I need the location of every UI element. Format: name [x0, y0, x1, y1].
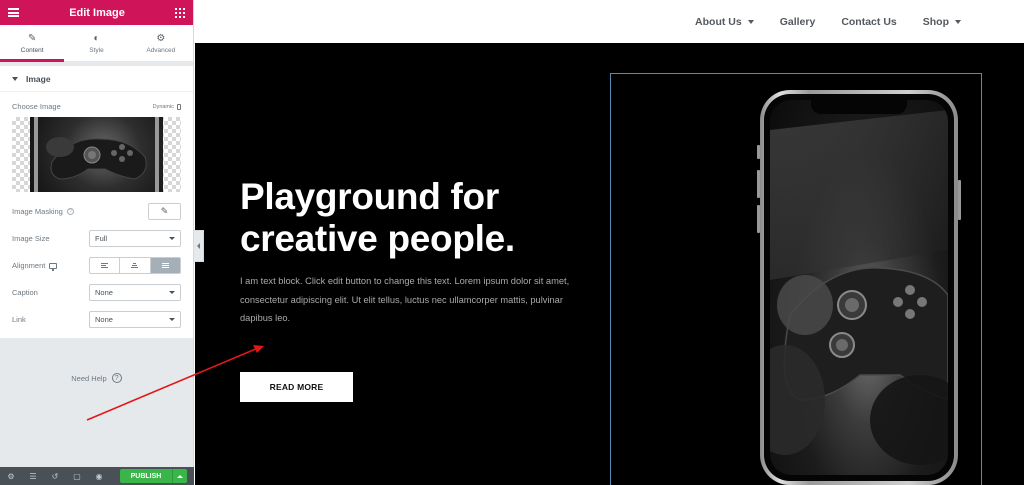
need-help-link[interactable]: Need Help ?: [71, 372, 122, 384]
caret-down-icon: [12, 76, 18, 81]
half-circle-icon: ◐: [93, 32, 100, 44]
align-left-button[interactable]: [90, 258, 121, 273]
nav-item-shop[interactable]: Shop: [923, 16, 961, 28]
caption-row: Caption None: [12, 279, 181, 306]
tab-style-label: Style: [89, 46, 104, 54]
align-right-button[interactable]: [150, 258, 180, 273]
gear-icon: ⚙: [156, 32, 166, 44]
widgets-grid-icon[interactable]: [175, 7, 185, 18]
image-size-select[interactable]: Full: [89, 230, 181, 247]
caption-select[interactable]: None: [89, 284, 181, 301]
nav-item-contact-us[interactable]: Contact Us: [841, 16, 896, 28]
panel-header: Edit Image: [0, 0, 193, 25]
caption-label: Caption: [12, 288, 38, 297]
section-image-toggle[interactable]: Image: [0, 66, 193, 92]
phone-side-button: [757, 145, 760, 159]
align-center-icon: [131, 263, 139, 268]
alignment-label-group: Alignment: [12, 261, 58, 271]
site-preview: About Us Gallery Contact Us Shop Playgro…: [195, 0, 1024, 485]
chevron-left-icon: [197, 243, 200, 249]
image-preview[interactable]: [12, 117, 181, 192]
phone-bezel: [764, 94, 954, 481]
chevron-down-icon: [169, 237, 175, 240]
nav-item-label: About Us: [695, 15, 742, 28]
choose-image-row: Choose Image Dynamic: [12, 102, 181, 111]
chevron-down-icon: [169, 291, 175, 294]
controls-area: Image Choose Image Dynamic Image Masking…: [0, 66, 193, 338]
alignment-buttons: [89, 257, 181, 274]
section-title: Image: [26, 73, 51, 84]
tab-content-label: Content: [20, 46, 44, 54]
image-size-value: Full: [95, 234, 108, 243]
need-help-label: Need Help: [71, 373, 107, 383]
choose-image-label: Choose Image: [12, 102, 61, 111]
hero-title[interactable]: Playground for creative people.: [240, 176, 560, 260]
settings-icon[interactable]: ⚙: [0, 467, 22, 485]
question-icon: ?: [111, 373, 122, 383]
alignment-row: Alignment: [12, 252, 181, 279]
phone-image[interactable]: [757, 90, 961, 485]
hero-section: Playground for creative people. I am tex…: [195, 43, 1024, 485]
align-justify-icon: [161, 263, 169, 268]
align-left-icon: [101, 263, 109, 268]
chevron-down-icon: [169, 318, 175, 321]
tab-advanced-label: Advanced: [146, 46, 176, 54]
responsive-mode-icon[interactable]: ▢: [66, 467, 88, 485]
phone-side-button: [757, 170, 760, 198]
panel-tabs: ✎ Content ◐ Style ⚙ Advanced: [0, 25, 193, 62]
site-nav: About Us Gallery Contact Us Shop: [195, 0, 1024, 43]
link-value: None: [95, 315, 113, 324]
pencil-icon: ✎: [27, 32, 37, 44]
image-size-row: Image Size Full: [12, 225, 181, 252]
history-icon[interactable]: ↺: [44, 467, 66, 485]
help-area: Need Help ?: [0, 340, 193, 465]
edit-mask-button[interactable]: ✎: [148, 203, 181, 220]
alignment-label: Alignment: [12, 261, 46, 270]
image-masking-row: Image Masking ? ✎: [12, 198, 181, 225]
panel-title: Edit Image: [69, 6, 125, 19]
nav-item-label: Contact Us: [841, 15, 897, 28]
link-row: Link None: [12, 306, 181, 333]
preview-eye-icon[interactable]: ◉: [88, 467, 110, 485]
tab-content[interactable]: ✎ Content: [0, 25, 65, 62]
caption-value: None: [95, 288, 113, 297]
nav-item-gallery[interactable]: Gallery: [780, 16, 816, 28]
dynamic-tags-button[interactable]: Dynamic: [152, 103, 181, 110]
info-icon[interactable]: ?: [66, 208, 74, 215]
nav-item-about-us[interactable]: About Us: [695, 16, 754, 28]
layers-icon[interactable]: ☰: [22, 467, 44, 485]
nav-item-label: Shop: [922, 15, 949, 28]
editor-panel: Edit Image ✎ Content ◐ Style ⚙ Advanced …: [0, 0, 194, 485]
collapse-panel-button[interactable]: [194, 230, 204, 262]
tab-style[interactable]: ◐ Style: [64, 25, 128, 61]
read-more-button[interactable]: READ MORE: [240, 372, 353, 402]
menu-icon[interactable]: [8, 8, 19, 17]
phone-screen: [770, 100, 948, 475]
image-masking-label: Image Masking: [12, 207, 63, 216]
hero-text[interactable]: I am text block. Click edit button to ch…: [240, 272, 570, 328]
publish-button[interactable]: PUBLISH: [120, 469, 172, 483]
image-masking-label-group: Image Masking ?: [12, 207, 74, 216]
gamepad-photo-graphic: [770, 110, 948, 465]
link-select[interactable]: None: [89, 311, 181, 328]
link-label: Link: [12, 315, 26, 324]
dynamic-label: Dynamic: [152, 103, 174, 110]
chevron-down-icon: [747, 19, 754, 24]
align-center-button[interactable]: [120, 258, 151, 273]
database-icon: [177, 103, 181, 110]
caret-up-icon: [177, 474, 183, 478]
phone-side-button: [757, 205, 760, 233]
gamepad-thumbnail-graphic: [34, 117, 159, 192]
image-size-label: Image Size: [12, 234, 50, 243]
tab-advanced[interactable]: ⚙ Advanced: [129, 25, 193, 61]
phone-side-button: [958, 180, 961, 220]
publish-options-button[interactable]: [172, 469, 187, 483]
panel-footer: ⚙ ☰ ↺ ▢ ◉ PUBLISH: [0, 467, 194, 485]
phone-notch: [811, 100, 907, 114]
nav-item-label: Gallery: [779, 15, 816, 28]
chevron-down-icon: [955, 19, 961, 24]
monitor-icon[interactable]: [49, 262, 58, 271]
